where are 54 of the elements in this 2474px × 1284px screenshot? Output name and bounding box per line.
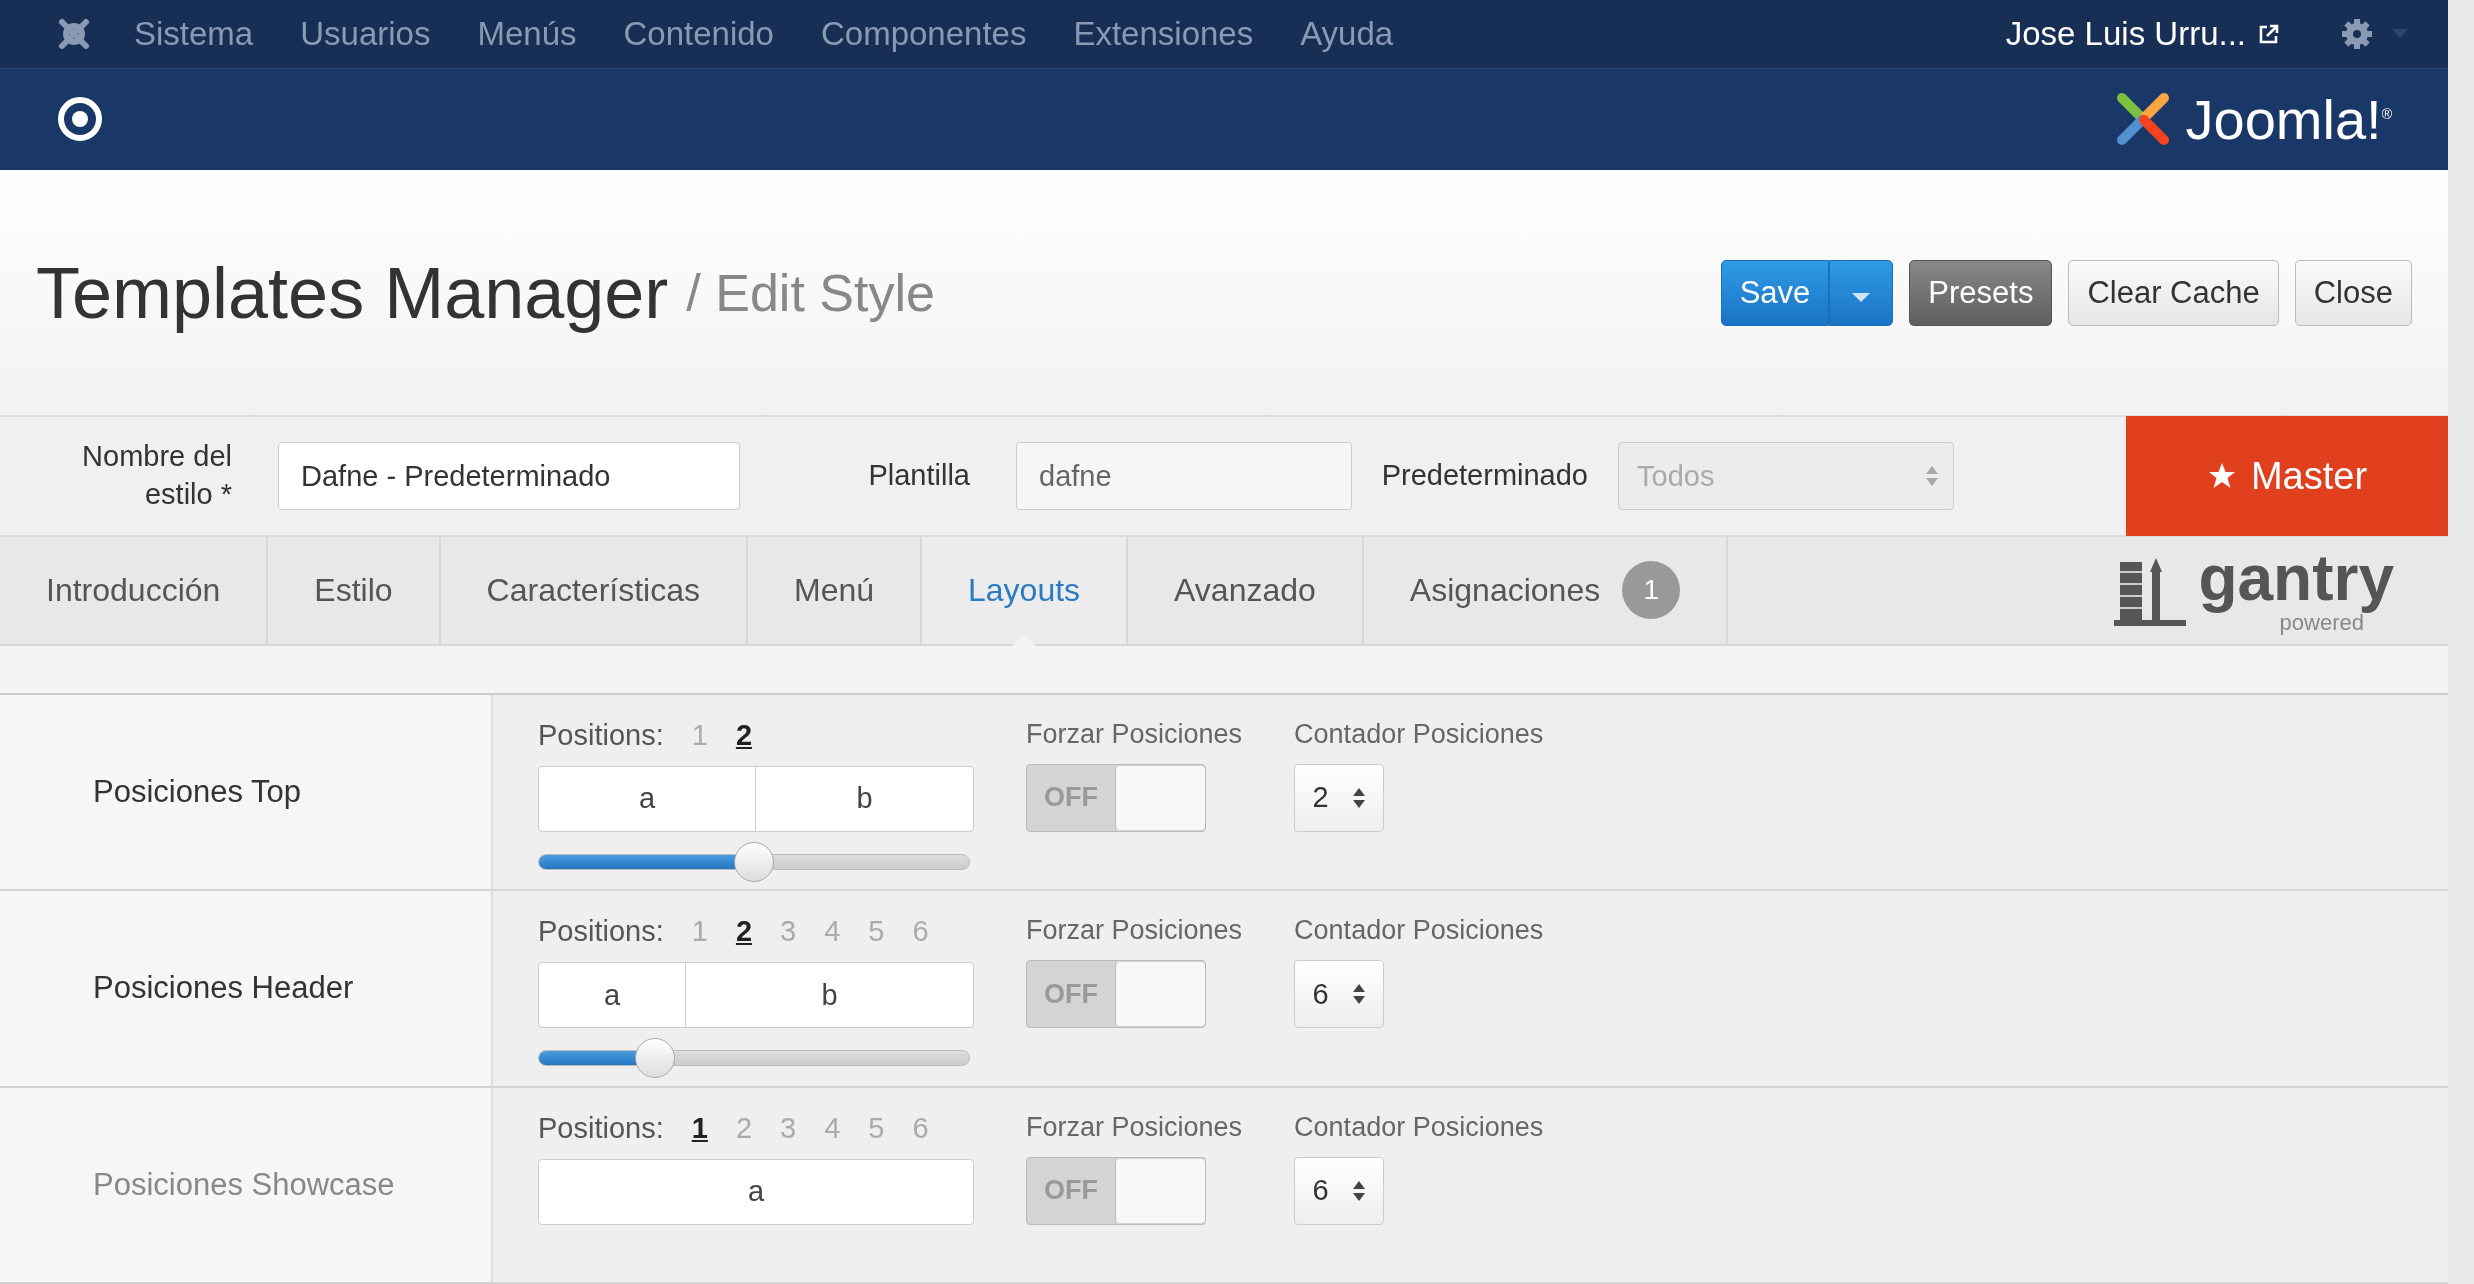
field-label: Nombre del estilo * [81,439,232,513]
page-subtitle: / Edit Style [686,262,935,323]
template-field[interactable]: dafne [1016,442,1352,511]
settings-icon[interactable] [2340,16,2374,51]
slot-label: b [821,978,838,1012]
gantry-logo-text: gantry [2198,546,2394,611]
count-badge: 1 [1622,561,1681,620]
force-label: Forzar Posiciones [1026,718,1243,750]
menu-item[interactable]: Usuarios [300,14,431,53]
page-title: Templates Manager [36,251,669,334]
slot-label: a [604,978,621,1012]
field-label: Predeterminado [1380,458,1588,494]
row-label: Posiciones Showcase [0,1087,493,1282]
force-label: Forzar Posiciones [1026,915,1243,947]
caret-icon [1852,292,1871,303]
counter-label: Contador Posiciones [1294,915,1544,947]
presets-button[interactable]: Presets [1909,259,2053,326]
slot-label: a [747,1175,765,1209]
menu-item[interactable]: Sistema [134,14,254,53]
menu-item[interactable]: Contenido [623,14,774,53]
positions-label: Positions: [538,1111,664,1145]
save-button[interactable]: Save [1720,259,1830,326]
slider-handle[interactable] [734,841,774,882]
menu-item[interactable]: Menús [477,14,577,53]
counter-label: Contador Posiciones [1294,718,1544,750]
clear-cache-button[interactable]: Clear Cache [2068,259,2279,326]
circle-icon [56,95,104,144]
row-label: Posiciones Top [0,694,493,890]
counter-select[interactable]: 2 [1294,763,1385,832]
external-link-icon[interactable] [2258,22,2280,45]
slot-label: a [638,782,656,816]
menu-item[interactable]: Ayuda [1300,14,1394,53]
counter-select[interactable]: 6 [1294,960,1385,1029]
close-button[interactable]: Close [2294,259,2412,326]
position-count-link[interactable]: 2 [735,718,752,752]
position-count-link[interactable]: 1 [691,1111,708,1145]
position-count-link[interactable]: 2 [735,915,752,949]
counter-select[interactable]: 6 [1294,1156,1385,1225]
menu-item[interactable]: Componentes [820,14,1027,53]
style-name-field[interactable]: Dafne - Predeterminado [278,442,740,511]
master-button[interactable]: Master [2126,416,2448,537]
user-link[interactable]: Jose Luis Urru... [2005,14,2246,53]
positions-label: Positions: [538,915,664,949]
gantry-tagline: powered [2279,612,2364,635]
force-label: Forzar Posiciones [1026,1111,1243,1143]
save-dropdown-button[interactable] [1829,259,1894,326]
counter-label: Contador Posiciones [1294,1111,1544,1143]
logo-text: Joomla!$^{®}$ [2185,86,2392,152]
tab[interactable]: Layouts [922,537,1129,644]
menu-item[interactable]: Extensiones [1073,14,1254,53]
positions-label: Positions: [538,718,664,752]
slot-label: b [856,782,873,816]
row-label: Posiciones Header [0,891,493,1086]
field-label: Plantilla [867,458,970,494]
